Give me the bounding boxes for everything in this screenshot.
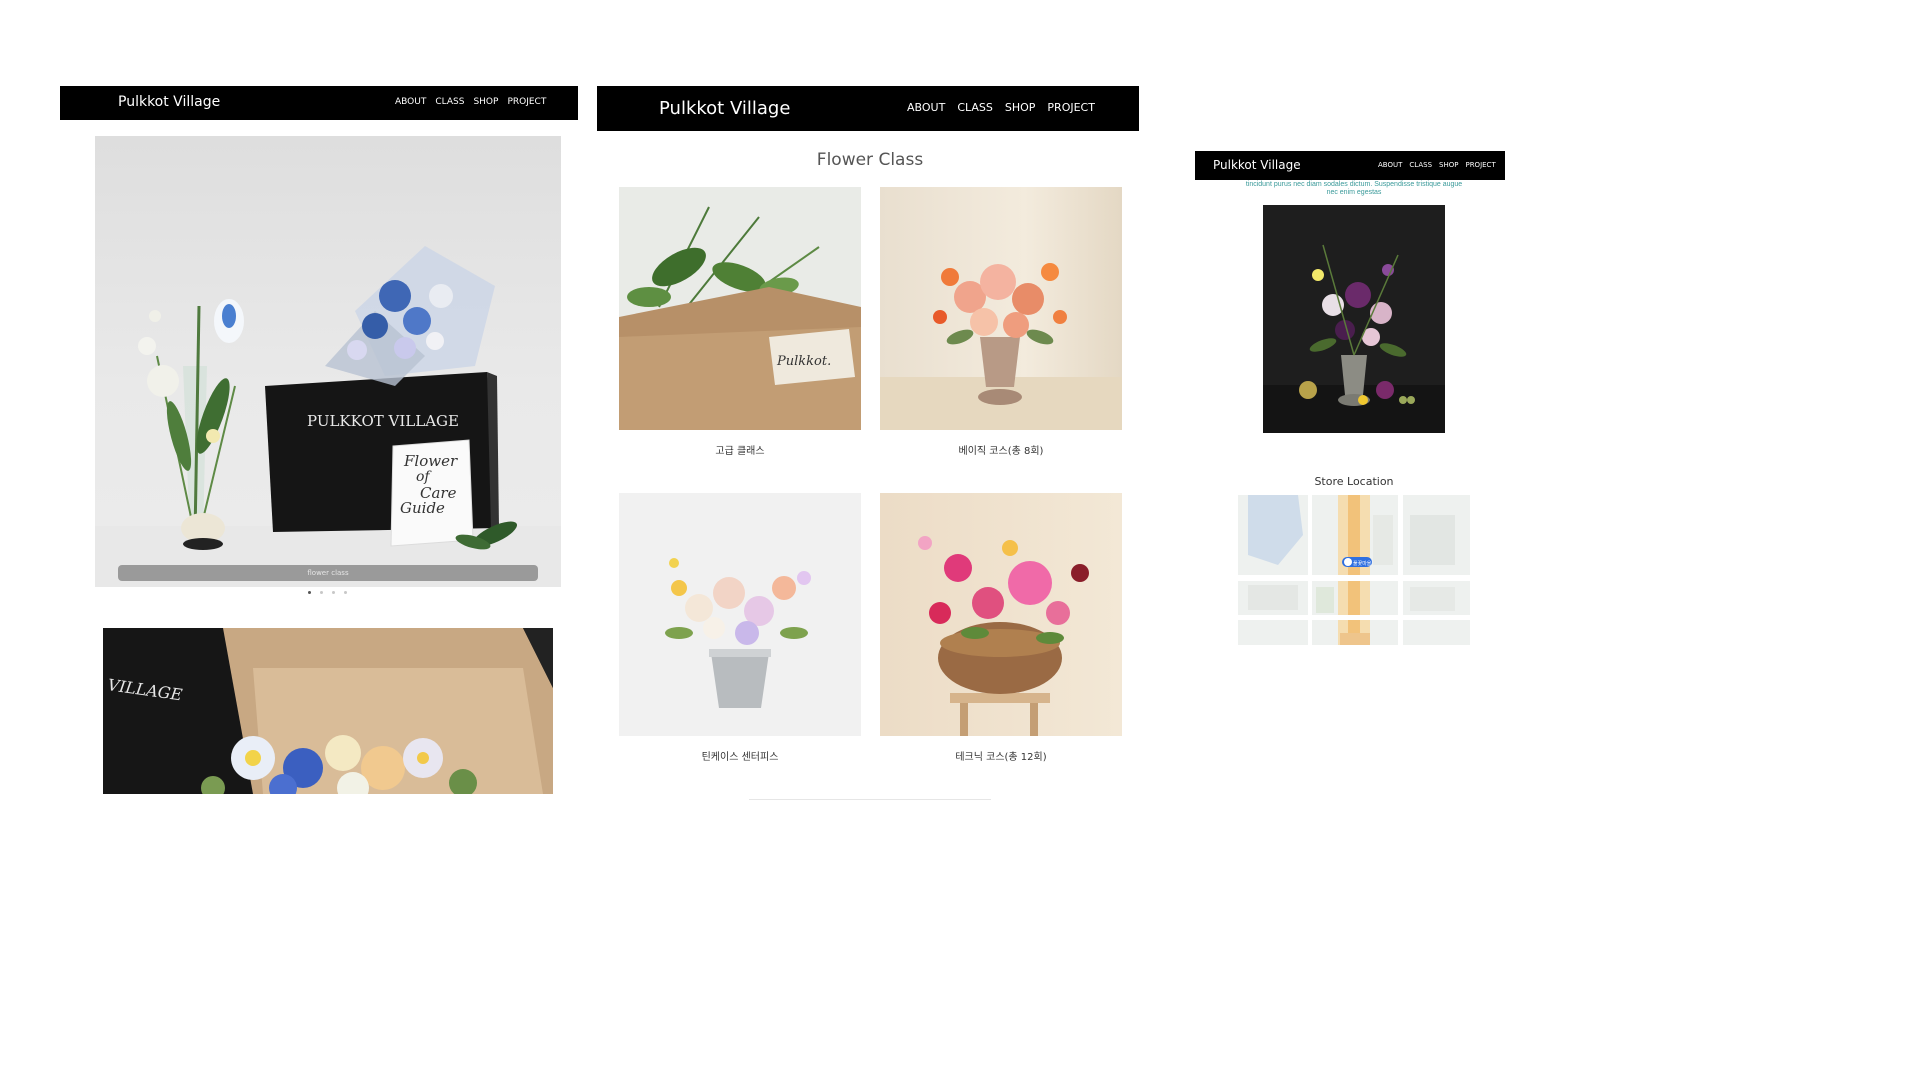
nav-about[interactable]: ABOUT — [1378, 161, 1402, 169]
slide-caption-bar: flower class — [118, 565, 538, 581]
wrap-label: Pulkkot. — [776, 354, 831, 369]
navbar: Pulkkot Village ABOUT CLASS SHOP PROJECT — [60, 86, 578, 120]
map-pin-marker: 풀꽃마을 — [1342, 557, 1372, 567]
footer-divider — [749, 799, 991, 800]
slider-dot-1[interactable] — [308, 591, 311, 594]
slider-dots — [308, 591, 347, 594]
class-card-image-4[interactable] — [880, 493, 1122, 736]
nav-about[interactable]: ABOUT — [907, 101, 945, 114]
intro-text: tincidunt purus nec diam sodales dictum.… — [1195, 181, 1505, 197]
nav-project[interactable]: PROJECT — [507, 97, 546, 107]
class-name-4[interactable]: 테크닉 코스(총 12회) — [880, 748, 1122, 763]
flower-box-photo: VILLAGE — [103, 628, 553, 794]
class-card-image-2[interactable] — [880, 187, 1122, 430]
card-line-1: Flower — [403, 452, 458, 470]
slider-dot-3[interactable] — [332, 591, 335, 594]
panel-main-page: Pulkkot Village ABOUT CLASS SHOP PROJECT — [60, 86, 578, 794]
class-name-2[interactable]: 베이직 코스(총 8회) — [880, 442, 1122, 457]
slider-dot-2[interactable] — [320, 591, 323, 594]
navbar: Pulkkot Village ABOUT CLASS SHOP PROJECT — [1195, 151, 1505, 180]
nav-menu: ABOUT CLASS SHOP PROJECT — [395, 97, 546, 107]
intro-line-1: tincidunt purus nec diam sodales dictum.… — [1245, 181, 1463, 188]
panel-project-page: Pulkkot Village ABOUT CLASS SHOP PROJECT… — [1195, 151, 1505, 647]
brand-logo[interactable]: Pulkkot Village — [1213, 158, 1301, 172]
box-logo-text: PULKKOT VILLAGE — [307, 412, 459, 430]
map-pin-label: 풀꽃마을 — [1353, 560, 1372, 567]
store-map[interactable]: 풀꽃마을 — [1238, 495, 1470, 645]
nav-project[interactable]: PROJECT — [1465, 161, 1495, 169]
nav-shop[interactable]: SHOP — [1005, 101, 1036, 114]
nav-shop[interactable]: SHOP — [473, 97, 498, 107]
slide-caption: flower class — [307, 569, 349, 577]
section-title: Flower Class — [816, 150, 924, 170]
hero-slider[interactable]: PULKKOT VILLAGE Flower of Care Guide flo… — [95, 136, 561, 587]
nav-about[interactable]: ABOUT — [395, 97, 426, 107]
nav-project[interactable]: PROJECT — [1047, 101, 1095, 114]
nav-shop[interactable]: SHOP — [1439, 161, 1458, 169]
card-line-4: Guide — [400, 499, 445, 517]
nav-menu: ABOUT CLASS SHOP PROJECT — [1378, 161, 1496, 169]
nav-class[interactable]: CLASS — [957, 101, 993, 114]
nav-class[interactable]: CLASS — [1409, 161, 1432, 169]
hero-photo: PULKKOT VILLAGE Flower of Care Guide — [95, 246, 561, 587]
store-location-title: Store Location — [1314, 475, 1394, 488]
class-name-1[interactable]: 고급 클래스 — [619, 442, 861, 457]
nav-menu: ABOUT CLASS SHOP PROJECT — [907, 101, 1095, 114]
brand-logo[interactable]: Pulkkot Village — [659, 98, 790, 119]
class-card-image-3[interactable] — [619, 493, 861, 736]
brand-logo[interactable]: Pulkkot Village — [118, 94, 220, 110]
project-photo — [1263, 205, 1445, 433]
class-name-3[interactable]: 틴케이스 센터피스 — [619, 748, 861, 763]
class-card-image-1[interactable]: Pulkkot. — [619, 187, 861, 430]
panel-class-page: Pulkkot Village ABOUT CLASS SHOP PROJECT… — [597, 86, 1139, 802]
navbar: Pulkkot Village ABOUT CLASS SHOP PROJECT — [597, 86, 1139, 131]
intro-line-2: nec enim egestas — [1326, 189, 1382, 196]
slider-dot-4[interactable] — [344, 591, 347, 594]
nav-class[interactable]: CLASS — [435, 97, 464, 107]
